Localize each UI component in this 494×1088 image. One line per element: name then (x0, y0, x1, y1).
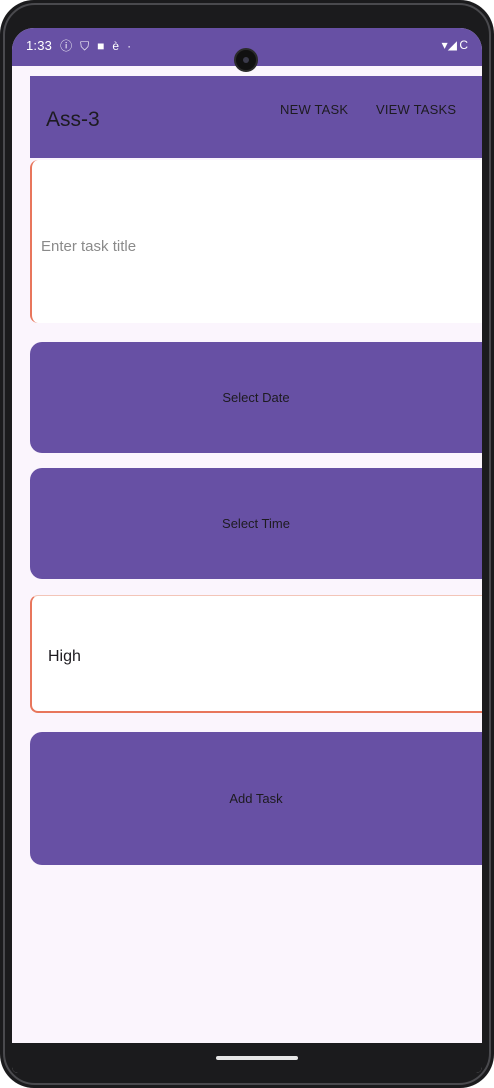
status-left: 1:33 ⓘ ⛉ ■ è · (26, 38, 131, 53)
priority-value: High (48, 648, 81, 665)
front-camera (234, 48, 258, 72)
select-time-button[interactable]: Select Time (30, 468, 482, 579)
select-date-button[interactable]: Select Date (30, 342, 482, 453)
app-bar: Ass-3 NEW TASK VIEW TASKS (30, 76, 482, 158)
task-title-placeholder: Enter task title (41, 238, 137, 255)
app-title: Ass-3 (46, 108, 100, 131)
add-task-label: Add Task (229, 791, 283, 806)
status-right: ▾◢ C (442, 38, 468, 52)
select-date-label: Select Date (222, 390, 290, 405)
select-time-label: Select Time (222, 516, 290, 531)
priority-input[interactable]: High (30, 595, 482, 713)
phone-frame: 1:33 ⓘ ⛉ ■ è · ▾◢ C Ass-3 NEW TASK VIEW … (0, 0, 494, 1088)
view-tasks-action[interactable]: VIEW TASKS (376, 102, 456, 117)
add-task-button[interactable]: Add Task (30, 732, 482, 865)
navigation-bar (12, 1043, 482, 1073)
status-right-indicators: ▾◢ C (441, 38, 468, 52)
task-title-input[interactable]: Enter task title (30, 160, 482, 323)
status-time: 1:33 (26, 38, 53, 53)
info-circle-icon: ⓘ (60, 38, 73, 53)
shield-icon: ■ (97, 38, 105, 53)
app-screen: 1:33 ⓘ ⛉ ■ è · ▾◢ C Ass-3 NEW TASK VIEW … (12, 28, 482, 1073)
dot-icon: · (127, 38, 132, 53)
accessibility-icon: è (112, 38, 120, 53)
shield-icon: ⛉ (80, 38, 90, 53)
home-gesture-handle[interactable] (216, 1056, 298, 1060)
new-task-action[interactable]: NEW TASK (280, 102, 348, 117)
